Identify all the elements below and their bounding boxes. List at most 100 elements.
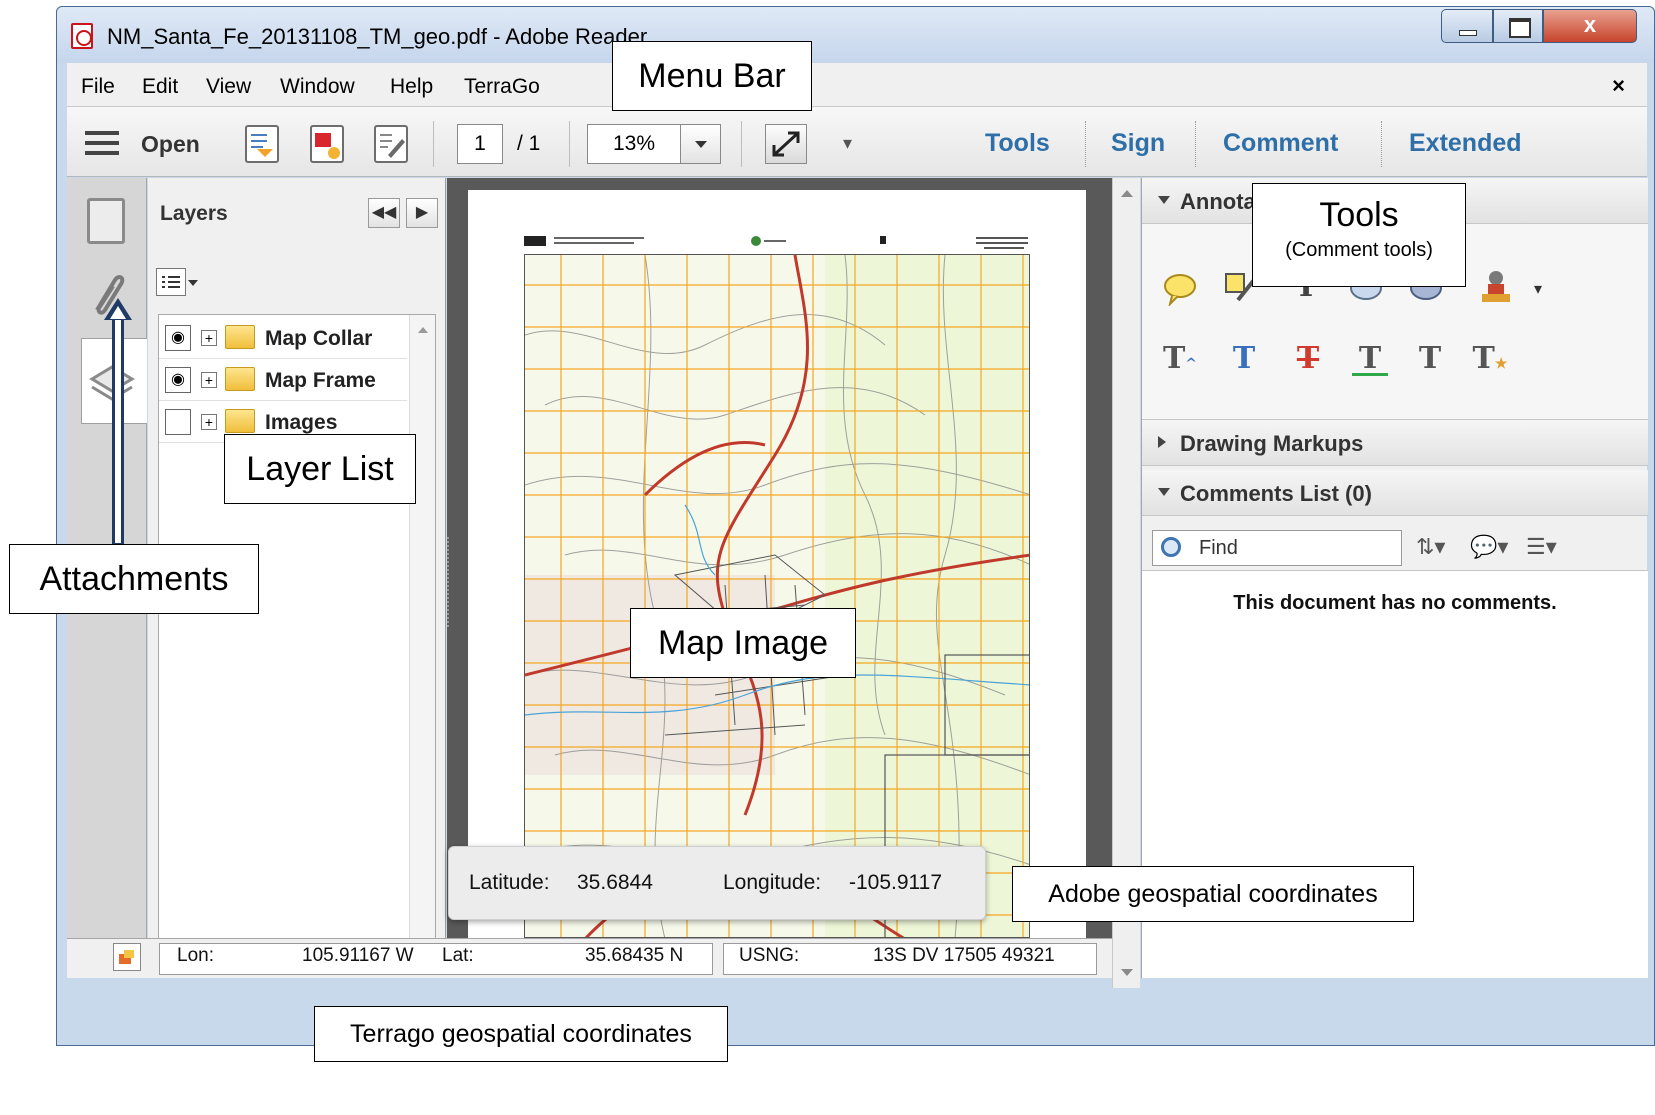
callout-menu-bar: Menu Bar [612, 41, 812, 111]
latitude-label: Latitude: [469, 871, 550, 894]
menu-terrago[interactable]: TerraGo [464, 75, 540, 99]
menu-edit[interactable]: Edit [142, 75, 178, 99]
layer-row[interactable]: ◉ + Map Collar [159, 317, 407, 359]
callout-tools-subtitle: (Comment tools) [1285, 239, 1433, 261]
lon-value: 105.91167 W [302, 945, 414, 966]
sticky-note-icon[interactable] [1162, 272, 1198, 308]
expand-icon[interactable]: + [201, 330, 217, 346]
geo-marker-icon[interactable] [113, 943, 141, 971]
drawing-markups-header[interactable]: Drawing Markups [1142, 420, 1648, 466]
sort-icon[interactable]: ⇅▾ [1416, 534, 1445, 560]
folder-icon [225, 325, 255, 349]
zoom-value[interactable]: 13% [588, 125, 680, 163]
chevron-down-icon[interactable] [188, 280, 198, 286]
comment-pane: Annota T ▾ T^ T T T T T★ [1141, 178, 1648, 978]
text-comment-icon[interactable]: T [1412, 342, 1448, 376]
arrow-head-inner [110, 306, 126, 319]
replace-text-icon[interactable]: T [1226, 342, 1262, 376]
create-pdf-icon[interactable] [245, 125, 279, 163]
longitude-value: -105.9117 [849, 871, 943, 894]
eye-icon[interactable]: ◉ [165, 367, 191, 393]
stamp-icon[interactable] [1478, 268, 1514, 302]
lat-value: 35.68435 N [585, 945, 684, 966]
text-correction-icon[interactable]: T★ [1472, 342, 1508, 376]
hamburger-menu-icon[interactable] [85, 131, 119, 157]
eye-icon[interactable]: ◉ [165, 325, 191, 351]
longitude-label: Longitude: [723, 871, 822, 894]
terrago-status-bar: Lon: 105.91167 W Lat: 35.68435 N USNG: 1… [67, 938, 1112, 978]
page-thumbnails-icon[interactable] [87, 198, 125, 244]
zoom-select[interactable]: 13% [587, 124, 721, 164]
map-image[interactable] [524, 254, 1030, 938]
caret-down-icon [1158, 196, 1170, 204]
callout-adobe-coordinates: Adobe geospatial coordinates [1012, 866, 1414, 922]
collapse-panel-button[interactable]: ◀◀ [368, 198, 400, 228]
document-viewer[interactable] [447, 178, 1112, 938]
callout-layer-list: Layer List [224, 434, 416, 504]
folder-icon [225, 409, 255, 433]
expand-icon[interactable]: + [201, 414, 217, 430]
expand-panel-button[interactable]: ▶ [406, 198, 438, 228]
layer-list: ◉ + Map Collar ◉ + Map Frame + Images [158, 314, 436, 958]
usng-label: USNG: [739, 945, 800, 966]
drawing-markups-title: Drawing Markups [1180, 431, 1364, 456]
attachments-arrow [112, 318, 124, 546]
expand-icon[interactable]: + [201, 372, 217, 388]
callout-terrago-coordinates: Terrago geospatial coordinates [314, 1006, 728, 1062]
tab-sign[interactable]: Sign [1111, 129, 1165, 158]
close-document-icon[interactable]: × [1612, 73, 1625, 99]
find-comment-input[interactable]: Find [1152, 530, 1402, 566]
export-pdf-icon[interactable] [310, 125, 344, 163]
layer-name: Map Frame [265, 369, 376, 392]
layer-row[interactable]: ◉ + Map Frame [159, 359, 407, 401]
page-number-input[interactable]: 1 [457, 124, 503, 164]
lon-label: Lon: [177, 945, 214, 966]
tab-extended[interactable]: Extended [1409, 129, 1522, 158]
full-screen-button[interactable] [765, 124, 807, 164]
maximize-button[interactable] [1493, 9, 1543, 43]
pdf-page[interactable] [468, 190, 1086, 938]
pane-splitter[interactable] [447, 537, 455, 627]
find-placeholder: Find [1199, 537, 1238, 559]
latitude-value: 35.6844 [577, 871, 653, 894]
filter-comments-icon[interactable]: 💬▾ [1470, 534, 1508, 560]
search-icon [1161, 537, 1181, 557]
open-button[interactable]: Open [141, 131, 200, 158]
callout-map-image: Map Image [630, 608, 856, 678]
caret-right-icon [1158, 436, 1166, 448]
folder-icon [225, 367, 255, 391]
tab-comment[interactable]: Comment [1223, 129, 1338, 158]
menu-window[interactable]: Window [280, 75, 355, 99]
callout-attachments: Attachments [9, 544, 259, 614]
edit-pdf-icon[interactable] [374, 125, 408, 163]
layer-list-scrollbar[interactable] [409, 315, 435, 957]
visibility-checkbox[interactable] [165, 409, 191, 435]
callout-tools-title: Tools [1319, 196, 1399, 234]
menu-help[interactable]: Help [390, 75, 433, 99]
menu-file[interactable]: File [81, 75, 115, 99]
options-icon[interactable]: ☰▾ [1526, 534, 1557, 560]
no-comments-message: This document has no comments. [1233, 592, 1557, 614]
underline-icon[interactable]: T [1352, 342, 1388, 376]
menu-bar: File Edit View Window Help TerraGo × [67, 63, 1647, 107]
layer-name: Map Collar [265, 327, 373, 350]
minimize-button[interactable] [1441, 9, 1493, 43]
lat-label: Lat: [442, 945, 474, 966]
more-tools-icon[interactable]: ▾ [843, 133, 852, 154]
adobe-geo-coordinates-popup: Latitude: 35.6844 Longitude: -105.9117 [448, 846, 986, 920]
insert-text-icon[interactable]: T^ [1162, 342, 1198, 376]
page-total: / 1 [517, 132, 541, 155]
close-window-button[interactable]: x [1543, 9, 1637, 43]
strikethrough-icon[interactable]: T [1290, 342, 1326, 376]
chevron-down-icon[interactable]: ▾ [1520, 272, 1556, 306]
tab-tools[interactable]: Tools [985, 129, 1050, 158]
comments-list-header[interactable]: Comments List (0) [1142, 470, 1648, 516]
usng-value: 13S DV 17505 49321 [873, 945, 1055, 966]
layers-panel-title: Layers [160, 202, 228, 225]
annotations-title: Annota [1180, 189, 1256, 214]
adobe-reader-icon [71, 23, 93, 49]
layer-options-icon[interactable] [156, 268, 186, 296]
chevron-down-icon[interactable] [680, 125, 720, 163]
title-bar[interactable]: NM_Santa_Fe_20131108_TM_geo.pdf - Adobe … [57, 7, 1654, 63]
menu-view[interactable]: View [206, 75, 251, 99]
